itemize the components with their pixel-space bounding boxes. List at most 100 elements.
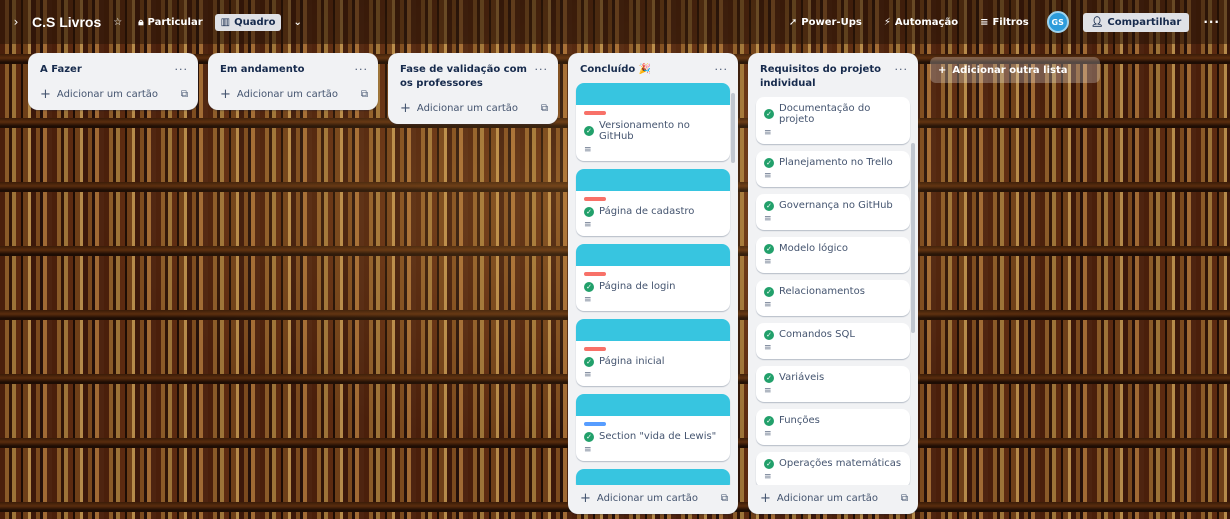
- view-switcher-button[interactable]: ▥ Quadro: [214, 13, 282, 31]
- add-list-label: Adicionar outra lista: [952, 64, 1068, 76]
- visibility-label: Particular: [147, 16, 203, 28]
- card[interactable]: ✓ Página inicial ≡: [576, 319, 730, 386]
- card[interactable]: ✓ Planejamento no Trello ≡: [756, 151, 910, 187]
- board-header: › C.S Livros ☆ 🔒︎ Particular ▥ Quadro ⌄ …: [0, 0, 1230, 44]
- description-icon: ≡: [584, 220, 592, 230]
- add-card-button[interactable]: + Adicionar um cartão: [400, 101, 518, 116]
- add-card-label: Adicionar um cartão: [416, 103, 519, 114]
- card-label[interactable]: [584, 272, 606, 276]
- card[interactable]: ✓ Relacionamentos ≡: [756, 280, 910, 316]
- plus-icon: +: [220, 87, 231, 102]
- card-title: Planejamento no Trello: [779, 157, 893, 168]
- share-label: Compartilhar: [1107, 16, 1182, 28]
- card-list: ✓ Documentação do projeto ≡ ✓ Planejamento…: [748, 95, 918, 485]
- more-menu-icon[interactable]: ···: [1203, 15, 1220, 29]
- list-title[interactable]: Em andamento: [220, 63, 304, 77]
- lock-icon: 🔒︎: [138, 16, 144, 28]
- card-title: Documentação do projeto: [779, 103, 871, 125]
- description-icon: ≡: [764, 429, 772, 439]
- filters-button[interactable]: ≡ Filtros: [976, 14, 1033, 31]
- description-icon: ≡: [584, 370, 592, 380]
- power-ups-label: Power-Ups: [801, 16, 862, 28]
- card-label[interactable]: [584, 197, 606, 201]
- check-icon[interactable]: ✓: [764, 372, 774, 383]
- add-card-button[interactable]: + Adicionar um cartão: [40, 87, 158, 102]
- card[interactable]: ✓ Versionamento no GitHub ≡: [576, 83, 730, 161]
- list-menu-icon[interactable]: ···: [715, 63, 729, 76]
- card-label[interactable]: [584, 111, 606, 115]
- description-icon: ≡: [764, 300, 772, 310]
- card[interactable]: ✓ Modelo lógico ≡: [756, 237, 910, 273]
- list-menu-icon[interactable]: ···: [895, 63, 909, 76]
- share-button[interactable]: 👤︎ Compartilhar: [1082, 12, 1190, 32]
- list-menu-icon[interactable]: ···: [535, 63, 549, 76]
- star-icon: ☆: [113, 16, 123, 28]
- list-menu-icon[interactable]: ···: [175, 63, 189, 76]
- check-icon[interactable]: ✓: [584, 206, 594, 217]
- check-icon[interactable]: ✓: [584, 126, 594, 136]
- add-card-button[interactable]: + Adicionar um cartão: [580, 491, 698, 506]
- visibility-button[interactable]: 🔒︎ Particular: [134, 14, 206, 31]
- check-icon[interactable]: ✓: [584, 431, 594, 442]
- card-cover: [576, 169, 730, 191]
- power-ups-button[interactable]: ➚ Power-Ups: [785, 14, 866, 31]
- check-icon[interactable]: ✓: [584, 356, 594, 367]
- description-icon: ≡: [764, 472, 772, 482]
- description-icon: ≡: [764, 214, 772, 224]
- lightning-icon: ⚡︎: [883, 16, 891, 28]
- check-icon[interactable]: ✓: [764, 109, 774, 119]
- check-icon[interactable]: ✓: [764, 200, 774, 211]
- list-menu-icon[interactable]: ···: [355, 63, 369, 76]
- card-label[interactable]: [584, 422, 606, 426]
- check-icon[interactable]: ✓: [764, 329, 774, 340]
- automation-button[interactable]: ⚡︎ Automação: [880, 14, 962, 31]
- list-scrollbar[interactable]: [911, 143, 915, 333]
- star-button[interactable]: ☆: [109, 14, 126, 31]
- check-icon[interactable]: ✓: [764, 458, 774, 469]
- card-template-icon[interactable]: ⧉: [901, 493, 908, 504]
- list-scrollbar[interactable]: [731, 93, 735, 163]
- card-template-icon[interactable]: ⧉: [721, 493, 728, 504]
- add-card-button[interactable]: + Adicionar um cartão: [220, 87, 338, 102]
- views-dropdown-button[interactable]: ⌄: [289, 14, 305, 31]
- check-icon[interactable]: ✓: [764, 286, 774, 297]
- card[interactable]: ✓ Operações matemáticas ≡: [756, 452, 910, 485]
- expand-sidebar-icon[interactable]: ›: [10, 15, 22, 29]
- list-title[interactable]: A Fazer: [40, 63, 82, 77]
- add-card-label: Adicionar um cartão: [236, 89, 339, 100]
- card[interactable]: [576, 469, 730, 485]
- card-title: Página de cadastro: [599, 206, 695, 217]
- board-title[interactable]: C.S Livros: [32, 14, 101, 30]
- description-icon: ≡: [584, 445, 592, 455]
- check-icon[interactable]: ✓: [764, 243, 774, 254]
- card-title: Relacionamentos: [779, 286, 865, 297]
- check-icon[interactable]: ✓: [764, 157, 774, 168]
- card-list: ✓ Versionamento no GitHub ≡ ✓ Página de …: [568, 81, 738, 485]
- card-template-icon[interactable]: ⧉: [541, 103, 548, 114]
- add-card-button[interactable]: + Adicionar um cartão: [760, 491, 878, 506]
- card[interactable]: ✓ Documentação do projeto ≡: [756, 97, 910, 144]
- check-icon[interactable]: ✓: [584, 281, 594, 292]
- list-title[interactable]: Requisitos do projeto individual: [760, 63, 890, 91]
- list-title[interactable]: Fase de validação com os professores: [400, 63, 530, 91]
- card-cover: [576, 319, 730, 341]
- card[interactable]: ✓ Section "vida de Lewis" ≡: [576, 394, 730, 461]
- card[interactable]: ✓ Governança no GitHub ≡: [756, 194, 910, 230]
- card-cover: [576, 244, 730, 266]
- card[interactable]: ✓ Funções ≡: [756, 409, 910, 445]
- check-icon[interactable]: ✓: [764, 415, 774, 426]
- card-label[interactable]: [584, 347, 606, 351]
- card-cover: [576, 469, 730, 485]
- list-title[interactable]: Concluído 🎉: [580, 63, 651, 77]
- card[interactable]: ✓ Comandos SQL ≡: [756, 323, 910, 359]
- add-list-button[interactable]: + Adicionar outra lista: [930, 57, 1100, 83]
- card[interactable]: ✓ Variáveis ≡: [756, 366, 910, 402]
- card[interactable]: ✓ Página de login ≡: [576, 244, 730, 311]
- description-icon: ≡: [584, 145, 592, 155]
- card-template-icon[interactable]: ⧉: [181, 89, 188, 100]
- card[interactable]: ✓ Página de cadastro ≡: [576, 169, 730, 236]
- description-icon: ≡: [764, 257, 772, 267]
- card-title: Operações matemáticas: [779, 458, 902, 469]
- avatar[interactable]: GS: [1046, 11, 1069, 33]
- card-template-icon[interactable]: ⧉: [361, 89, 368, 100]
